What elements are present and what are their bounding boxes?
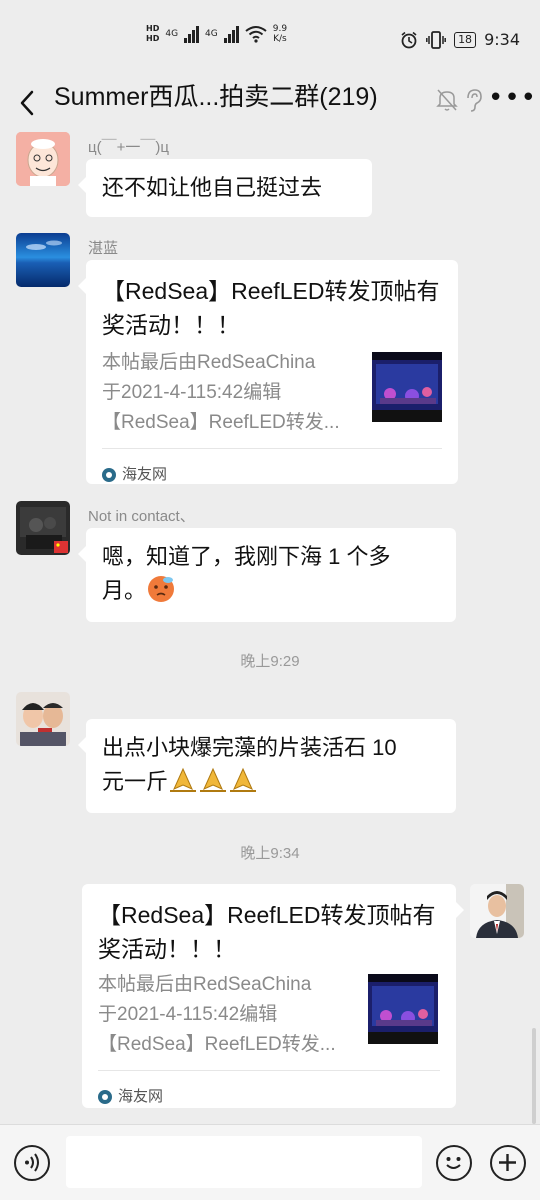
status-left-indicators: HD HD 4G 4G 9.9 K/s [146, 24, 287, 44]
avatar[interactable] [16, 132, 70, 186]
card-desc-line: 本帖最后由RedSeaChina [102, 352, 316, 373]
avatar-image [16, 132, 70, 186]
alarm-icon [401, 31, 417, 48]
card-source-name: 海友网 [122, 466, 168, 483]
message-bubble[interactable]: 出点小块爆完藻的片装活石 10 元一斤 [78, 719, 456, 813]
avatar[interactable] [16, 233, 70, 287]
link-card[interactable]: 【RedSea】ReefLED转发顶帖有奖活动！！！ 本帖最后由RedSeaCh… [82, 884, 464, 1108]
message-text-line: 出点小块爆完藻的片装活石 10 [102, 735, 397, 760]
status-time: 9:34 [484, 30, 520, 49]
network-type-1: 4G [165, 29, 179, 39]
blushing-emoji-icon [148, 576, 175, 602]
card-divider [98, 1070, 440, 1071]
card-desc-line: 【RedSea】ReefLED转发... [102, 412, 340, 433]
message-bubble[interactable]: 还不如让他自己挺过去 [78, 159, 372, 217]
card-divider [102, 448, 442, 449]
network-type-2: 4G [205, 29, 218, 39]
voice-icon [25, 1153, 39, 1172]
pray-hands-icon [200, 767, 227, 792]
plus-icon [499, 1154, 516, 1171]
message-text: 元一斤 [102, 769, 169, 794]
link-card[interactable]: 【RedSea】ReefLED转发顶帖有奖活动！！！ 本帖最后由RedSeaCh… [78, 260, 458, 484]
card-desc-line: 【RedSea】ReefLED转发... [98, 1034, 336, 1055]
card-desc-line: 本帖最后由RedSeaChina [98, 974, 312, 995]
avatar-image [16, 233, 70, 287]
scrollbar[interactable] [532, 1028, 536, 1124]
card-title: 【RedSea】ReefLED转发顶帖有奖活动！！！ [98, 902, 436, 962]
card-source: 海友网 [102, 458, 167, 492]
card-source: 海友网 [98, 1080, 163, 1114]
message-text-line2: 月。 [102, 574, 440, 608]
net-speed: 9.9 K/s [273, 24, 287, 44]
message-text: 月。 [102, 578, 147, 603]
chat-title: Summer西瓜...拍卖二群(219) [54, 83, 378, 111]
source-icon [98, 1090, 112, 1104]
pray-hands-icon [230, 767, 257, 792]
status-bar: HD HD 4G 4G 9.9 K/s 18 9:34 [0, 0, 540, 78]
hd-indicator: HD HD [146, 24, 159, 44]
aquarium-image [368, 974, 438, 1044]
card-thumbnail [368, 974, 438, 1044]
signal-icon [184, 25, 200, 43]
card-source-name: 海友网 [118, 1088, 164, 1105]
emoji-button[interactable] [436, 1145, 472, 1181]
timestamp: 晚上9:34 [240, 845, 300, 862]
timestamp: 晚上9:29 [240, 653, 300, 670]
avatar-image [470, 884, 524, 938]
chat-header: Summer西瓜...拍卖二群(219) ••• [0, 78, 540, 130]
more-functions-button[interactable] [490, 1145, 526, 1181]
message-text-line: 嗯，知道了，我刚下海 1 个多 [102, 544, 391, 569]
message-text: 还不如让他自己挺过去 [102, 175, 323, 200]
input-bar [0, 1124, 540, 1200]
earpiece-icon [467, 89, 482, 112]
avatar-image [16, 692, 70, 746]
aquarium-image [372, 352, 442, 422]
signal-icon-2 [223, 25, 239, 43]
avatar-image [16, 501, 70, 555]
card-description: 本帖最后由RedSeaChina 于2021-4-115:42编辑 【RedSe… [98, 970, 356, 1060]
battery-icon: 18 [454, 31, 477, 48]
mute-icon [436, 89, 458, 111]
vibrate-icon [426, 30, 447, 49]
card-title: 【RedSea】ReefLED转发顶帖有奖活动！！！ [102, 278, 440, 338]
wifi-icon [245, 26, 267, 43]
my-avatar[interactable] [470, 884, 524, 938]
sender-name: ц(￣+一￣)ц [88, 139, 169, 156]
card-desc-line: 于2021-4-115:42编辑 [102, 382, 282, 403]
smiley-icon [446, 1157, 461, 1169]
net-speed-value: 9.9 [272, 24, 288, 34]
hd-label-1: HD [146, 24, 160, 33]
card-description: 本帖最后由RedSeaChina 于2021-4-115:42编辑 【RedSe… [102, 348, 360, 438]
avatar[interactable] [16, 692, 70, 746]
net-speed-unit: K/s [273, 34, 287, 44]
back-icon[interactable] [14, 86, 44, 120]
avatar[interactable] [16, 501, 70, 555]
message-bubble[interactable]: 嗯，知道了，我刚下海 1 个多 月。 [78, 528, 456, 622]
message-input[interactable] [66, 1136, 422, 1188]
card-thumbnail [372, 352, 442, 422]
sender-name: Not in contact、 [88, 508, 195, 525]
status-right-indicators: 18 9:34 [400, 30, 520, 49]
voice-button[interactable] [14, 1145, 50, 1181]
message-text-line2: 元一斤 [102, 765, 440, 799]
sender-name: 湛蓝 [88, 240, 119, 257]
source-icon [102, 468, 116, 482]
pray-hands-icon [170, 767, 197, 792]
more-options-icon[interactable]: ••• [488, 85, 537, 111]
card-desc-line: 于2021-4-115:42编辑 [98, 1004, 278, 1025]
hd-label-2: HD [146, 34, 160, 43]
